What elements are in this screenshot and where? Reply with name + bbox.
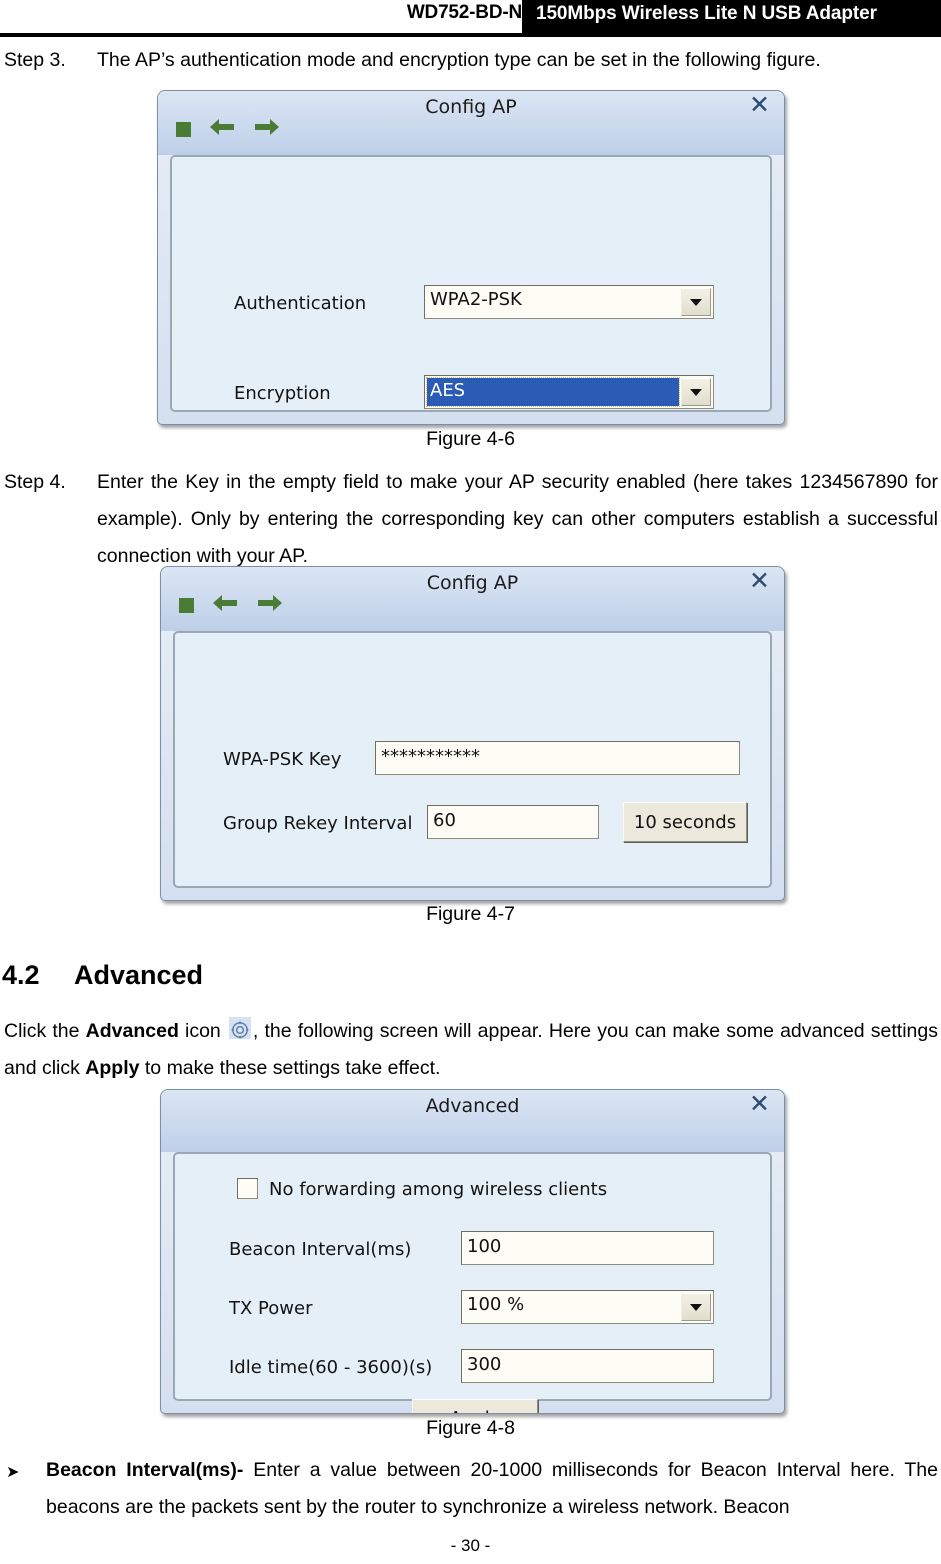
close-icon[interactable]: ✕ [749,569,770,594]
idle-time-label: Idle time(60 - 3600)(s) [229,1357,433,1378]
config-ap-dialog-2[interactable]: Config AP ✕ WPA-PSK Key *********** Grou… [160,566,785,901]
header-rule [0,33,941,37]
close-icon[interactable]: ✕ [749,1092,770,1117]
step4-text: Enter the Key in the empty field to make… [97,471,938,567]
section-paragraph: Click the Advanced icon , the following … [4,1013,938,1087]
back-arrow-icon[interactable] [208,117,236,142]
wpa-psk-key-label: WPA-PSK Key [223,749,342,770]
authentication-select[interactable]: WPA2-PSK [424,285,714,319]
tx-power-label: TX Power [229,1298,313,1319]
step3-label: Step 3. [4,49,66,71]
gear-icon [228,1017,251,1039]
apply-button[interactable]: Apply [412,1399,538,1413]
dialog-body: Authentication WPA2-PSK Encryption AES [170,155,772,412]
header-product-name: 150Mbps Wireless Lite N USB Adapter [536,3,877,24]
forward-arrow-icon[interactable] [253,117,281,142]
paragraph-apply-term: Apply [85,1057,140,1079]
encryption-label: Encryption [234,383,331,404]
bullet-text: Beacon Interval(ms)- Enter a value betwe… [46,1452,938,1526]
section-number: 4.2 [2,960,40,990]
advanced-dialog[interactable]: Advanced ✕ No forwarding among wireless … [160,1089,785,1414]
no-forwarding-checkbox[interactable] [237,1178,258,1199]
step3-text: The AP’s authentication mode and encrypt… [97,49,821,71]
paragraph-tail: to make these settings take effect. [139,1057,441,1079]
figure-4-7-caption: Figure 4-7 [426,903,515,925]
close-icon[interactable]: ✕ [749,93,770,118]
stop-square-icon[interactable] [176,122,191,137]
tx-power-value: 100 % [467,1294,525,1315]
forward-arrow-icon[interactable] [256,593,284,618]
dialog-titlebar: Config AP ✕ [158,91,784,155]
dialog-toolbar [179,593,284,618]
paragraph-lead: Click the [4,1020,86,1042]
no-forwarding-label: No forwarding among wireless clients [269,1179,608,1200]
group-rekey-interval-label: Group Rekey Interval [223,813,413,834]
dialog-toolbar [176,117,281,142]
page-header: WD752-BD-N 150Mbps Wireless Lite N USB A… [0,0,941,37]
idle-time-input[interactable]: 300 [461,1349,714,1383]
paragraph-advanced-term: Advanced [85,1020,179,1042]
chevron-down-icon[interactable] [681,1293,711,1321]
figure-4-8-caption: Figure 4-8 [426,1417,515,1439]
dialog-title: Config AP [425,96,517,118]
back-arrow-icon[interactable] [211,593,239,618]
paragraph-icon-word: icon [178,1020,227,1042]
encryption-select[interactable]: AES [424,375,714,409]
section-title: Advanced [74,960,204,990]
header-model-name: WD752-BD-N [406,2,522,23]
wpa-psk-key-input[interactable]: *********** [375,741,740,775]
figure-4-6-caption: Figure 4-6 [426,428,515,450]
beacon-interval-input[interactable]: 100 [461,1231,714,1265]
dialog-titlebar: Config AP ✕ [161,567,784,631]
beacon-interval-label: Beacon Interval(ms) [229,1239,412,1260]
dialog-body: No forwarding among wireless clients Bea… [173,1152,772,1413]
group-rekey-interval-input[interactable]: 60 [427,805,599,839]
step4-label: Step 4. [4,471,66,493]
rekey-unit-button[interactable]: 10 seconds [623,802,747,842]
dialog-title: Config AP [426,572,519,594]
section-heading: 4.2 Advanced [2,960,203,991]
dialog-body: WPA-PSK Key *********** Group Rekey Inte… [173,631,772,888]
dialog-titlebar: Advanced ✕ [161,1090,784,1152]
authentication-value: WPA2-PSK [430,289,522,310]
page-footer: - 30 - [450,1536,491,1555]
encryption-value: AES [426,377,680,407]
stop-square-icon[interactable] [179,598,194,613]
authentication-label: Authentication [234,293,367,314]
bullet-term: Beacon Interval(ms)- [46,1459,244,1481]
chevron-down-icon[interactable] [681,288,711,316]
chevron-down-icon[interactable] [681,378,711,406]
dialog-title: Advanced [425,1095,520,1117]
tx-power-select[interactable]: 100 % [461,1290,714,1324]
bullet-marker-icon: ➤ [6,1464,20,1481]
config-ap-dialog-1[interactable]: Config AP ✕ Authentication WPA2-PSK Encr… [157,90,785,425]
